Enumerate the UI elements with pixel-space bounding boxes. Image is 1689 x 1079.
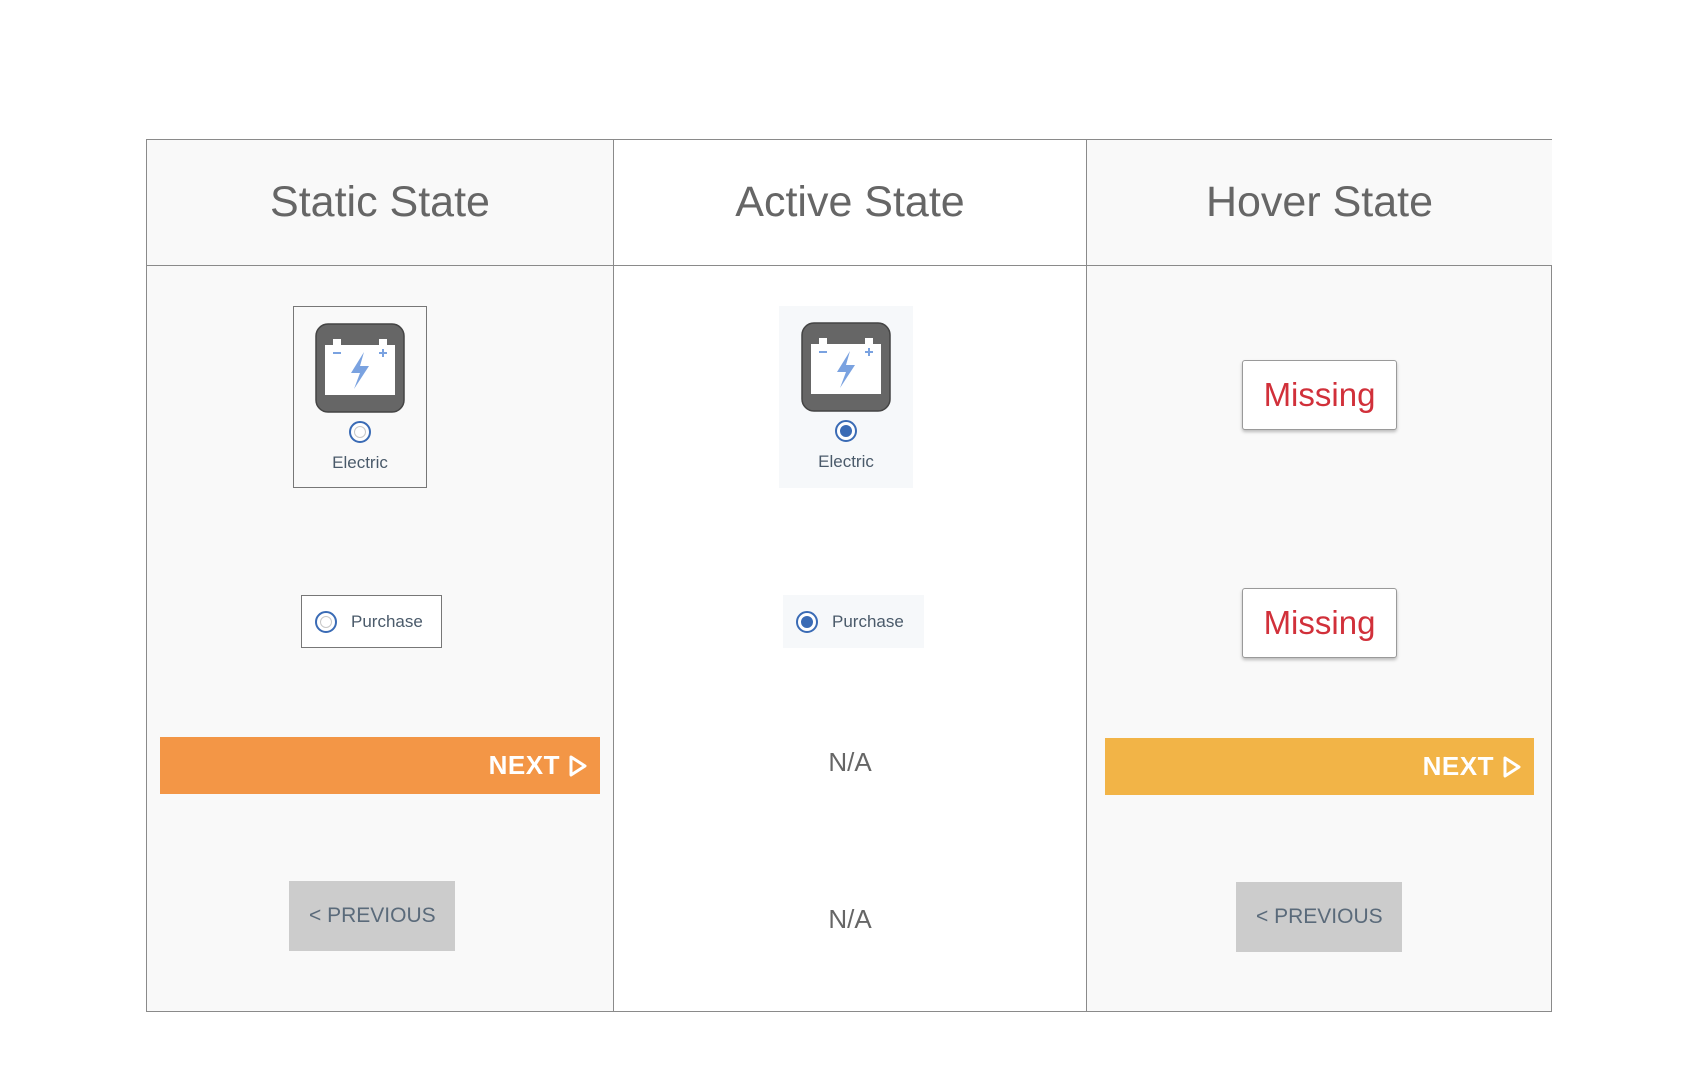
electric-radio-selected[interactable]	[835, 420, 857, 442]
next-button-hover[interactable]: NEXT	[1105, 738, 1534, 795]
purchase-label: Purchase	[832, 611, 904, 631]
next-na-text: N/A	[828, 747, 872, 777]
electric-radio[interactable]	[349, 421, 371, 443]
electric-option-card-active[interactable]: Electric	[779, 306, 913, 488]
next-label: NEXT	[1422, 751, 1494, 781]
hover-state-column: Hover State Missing Missing NEXT < PREVI…	[1087, 140, 1552, 1011]
static-state-title: Static State	[270, 178, 490, 226]
purchase-option-active[interactable]: Purchase	[783, 595, 924, 648]
electric-missing-placeholder: Missing	[1242, 360, 1397, 430]
battery-icon	[315, 323, 405, 413]
purchase-radio-selected[interactable]	[796, 610, 818, 633]
previous-label: < PREVIOUS	[309, 904, 436, 927]
next-label: NEXT	[488, 750, 560, 780]
hover-state-title: Hover State	[1205, 178, 1434, 226]
active-state-column: Active State Electric Purchase N/A N/A	[613, 140, 1087, 1011]
purchase-label: Purchase	[351, 611, 423, 631]
electric-label: Electric	[818, 452, 874, 471]
hover-state-header: Hover State	[1087, 140, 1552, 266]
states-table: Static State Electric Purchase NEXT < PR…	[146, 139, 1552, 1012]
purchase-option[interactable]: Purchase	[301, 595, 442, 648]
next-button[interactable]: NEXT	[160, 737, 600, 794]
previous-na-text: N/A	[828, 904, 872, 934]
electric-label: Electric	[332, 453, 388, 472]
previous-button[interactable]: < PREVIOUS	[289, 881, 455, 951]
static-state-column: Static State Electric Purchase NEXT < PR…	[147, 140, 613, 1011]
active-state-title: Active State	[735, 178, 965, 226]
active-state-header: Active State	[614, 140, 1086, 266]
electric-option-card[interactable]: Electric	[293, 306, 427, 488]
play-outline-icon	[568, 755, 588, 777]
previous-label: < PREVIOUS	[1256, 905, 1383, 928]
play-outline-icon	[1502, 756, 1522, 778]
battery-icon	[801, 322, 891, 412]
purchase-missing-placeholder: Missing	[1242, 588, 1397, 658]
purchase-radio[interactable]	[315, 610, 337, 633]
static-state-header: Static State	[147, 140, 613, 266]
previous-button-hover[interactable]: < PREVIOUS	[1236, 882, 1402, 952]
